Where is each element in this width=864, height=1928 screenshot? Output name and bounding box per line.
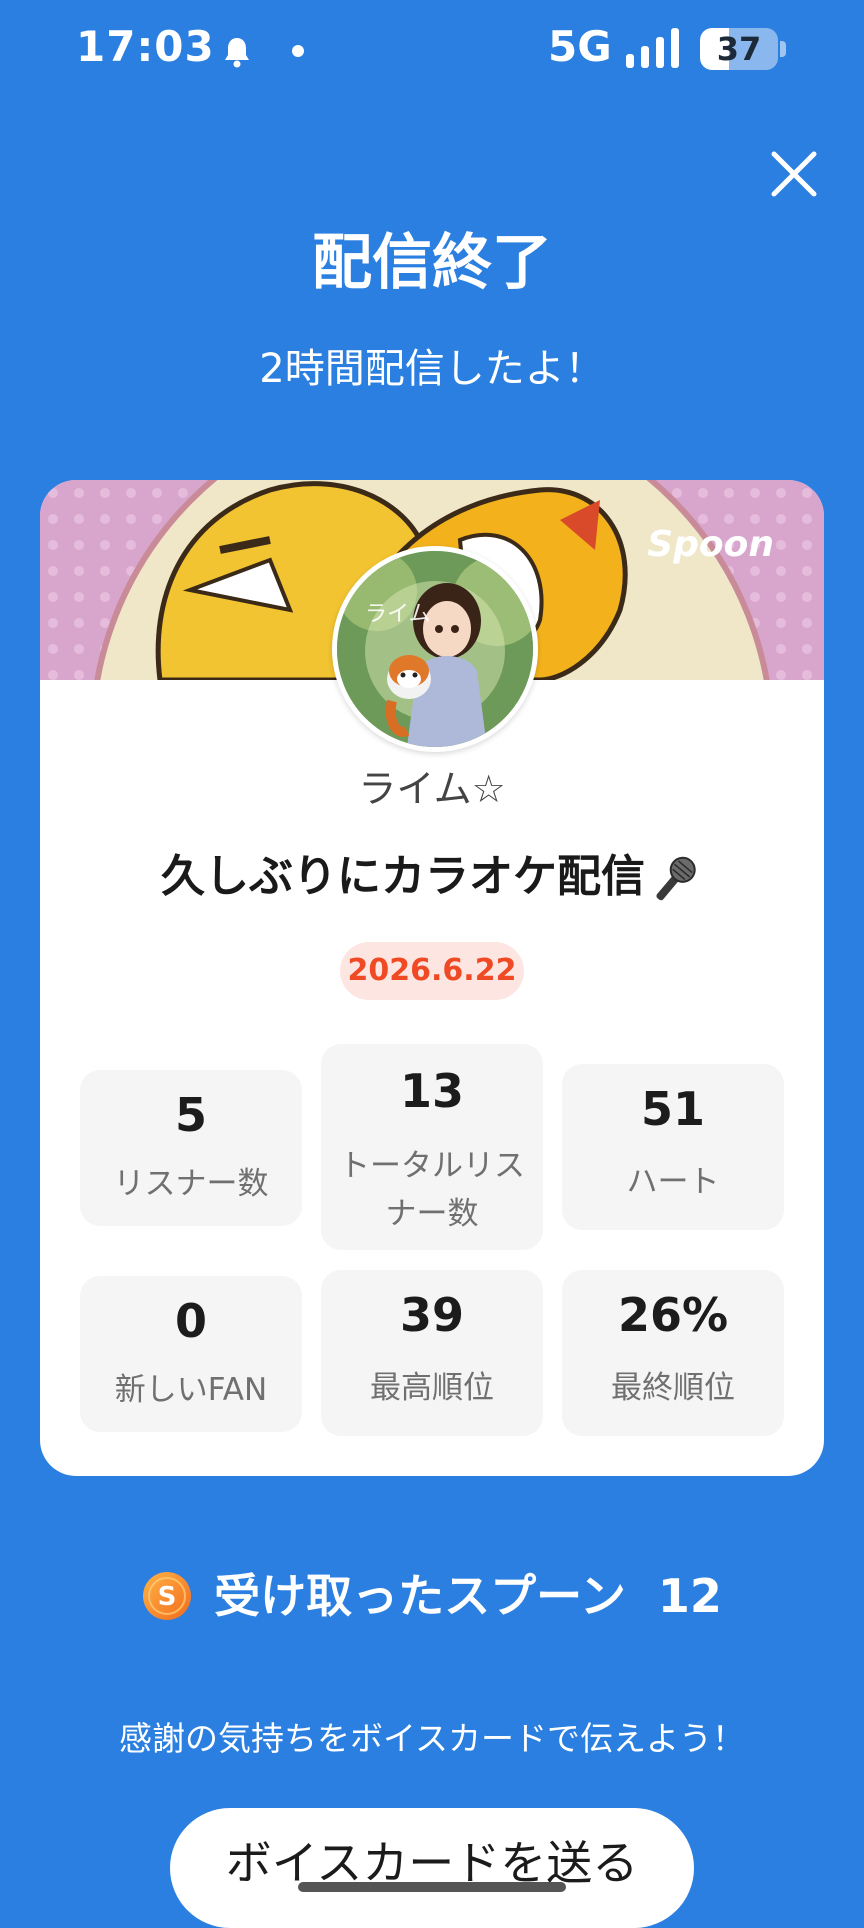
stat-hearts: 51 ハート bbox=[562, 1064, 784, 1230]
stat-label: 最高順位 bbox=[370, 1370, 494, 1406]
stat-label: ハート bbox=[626, 1164, 720, 1200]
stat-label: トータルリスナー数 bbox=[339, 1148, 525, 1232]
stat-final-rank: 26% 最終順位 bbox=[562, 1270, 784, 1436]
battery-icon: 37 bbox=[700, 28, 788, 70]
stat-listeners: 5 リスナー数 bbox=[80, 1070, 302, 1226]
microphone-icon bbox=[656, 856, 696, 901]
stat-new-fans: 0 新しいFAN bbox=[80, 1276, 302, 1432]
notification-dot bbox=[292, 45, 304, 57]
spoon-coin-icon: S bbox=[143, 1571, 192, 1620]
spoons-received: S 受け取ったスプーン 12 bbox=[0, 1560, 864, 1630]
page-subtitle: 2時間配信したよ！ bbox=[259, 346, 605, 392]
stat-value: 0 bbox=[174, 1294, 207, 1348]
thanks-message: 感謝の気持ちをボイスカードで伝えよう！ bbox=[118, 1719, 745, 1758]
stat-value: 13 bbox=[399, 1064, 464, 1118]
username: ライム☆ bbox=[358, 767, 506, 811]
live-summary-card: Spoon ライム ライム☆ 久しぶりにカラオケ配信 2026.6.22 5 リ… bbox=[40, 480, 824, 1476]
status-bar: 17:03 5G 37 bbox=[0, 0, 864, 100]
spoons-count: 12 bbox=[657, 1569, 722, 1623]
page-title: 配信終了 bbox=[312, 228, 552, 298]
date-badge: 2026.6.22 bbox=[340, 942, 524, 1000]
svg-text:ライム: ライム bbox=[365, 602, 431, 627]
live-title-text: 久しぶりにカラオケ配信 bbox=[161, 851, 645, 902]
spoons-label: 受け取ったスプーン bbox=[214, 1569, 626, 1623]
avatar[interactable]: ライム bbox=[332, 546, 538, 752]
signal-icon bbox=[626, 28, 679, 68]
stat-value: 51 bbox=[640, 1082, 705, 1136]
stat-value: 26% bbox=[617, 1288, 729, 1342]
stat-total-listeners: 13 トータルリスナー数 bbox=[321, 1044, 543, 1250]
spoon-logo: Spoon bbox=[647, 524, 774, 565]
stat-value: 39 bbox=[399, 1288, 464, 1342]
live-title: 久しぶりにカラオケ配信 bbox=[40, 840, 824, 907]
network-type: 5G bbox=[548, 22, 612, 71]
svg-text:S: S bbox=[158, 1582, 177, 1612]
home-indicator bbox=[298, 1882, 566, 1892]
close-icon[interactable] bbox=[766, 146, 822, 202]
stat-label: リスナー数 bbox=[113, 1166, 269, 1202]
stat-value: 5 bbox=[174, 1088, 207, 1142]
stat-label: 新しいFAN bbox=[114, 1372, 268, 1408]
stat-label: 最終順位 bbox=[611, 1370, 735, 1406]
stat-highest-rank: 39 最高順位 bbox=[321, 1270, 543, 1436]
bell-icon bbox=[225, 38, 249, 68]
status-time: 17:03 bbox=[76, 22, 215, 71]
battery-level: 37 bbox=[716, 30, 762, 68]
send-voice-card-button[interactable]: ボイスカードを送る bbox=[170, 1808, 694, 1928]
